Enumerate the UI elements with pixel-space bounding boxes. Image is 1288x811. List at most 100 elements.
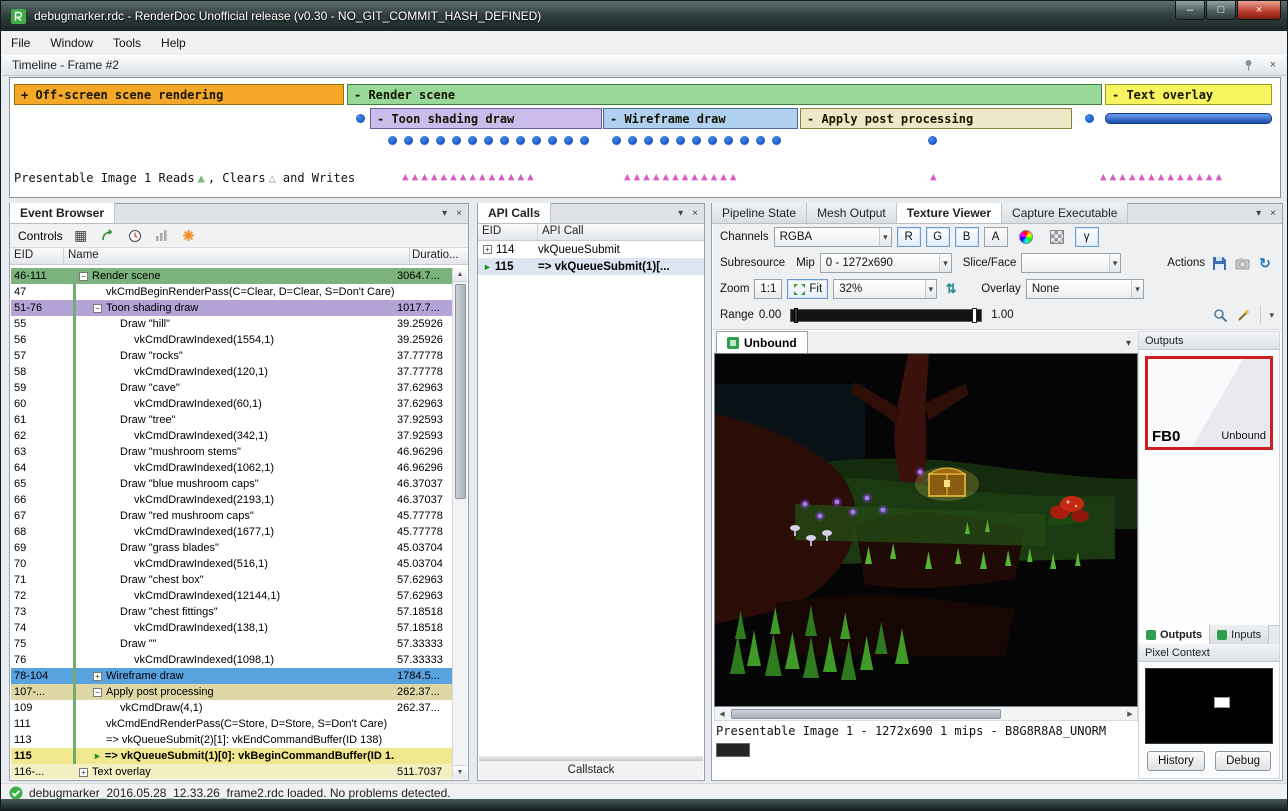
draw-event-dot[interactable] — [676, 136, 685, 145]
event-row[interactable]: 58vkCmdDrawIndexed(120,1)37.77778 — [11, 364, 452, 380]
close-button[interactable]: × — [1237, 1, 1281, 20]
grid-icon[interactable]: ▦ — [72, 227, 90, 245]
draw-event-dot[interactable] — [404, 136, 413, 145]
event-row[interactable]: 66vkCmdDrawIndexed(2193,1)46.37037 — [11, 492, 452, 508]
usage-triangle-icon[interactable]: ▲ — [653, 170, 660, 184]
checkerboard-icon[interactable] — [1044, 227, 1070, 247]
overlay-dropdown[interactable]: None▾ — [1026, 279, 1144, 299]
event-row[interactable]: 70vkCmdDrawIndexed(516,1)45.03704 — [11, 556, 452, 572]
draw-event-dot[interactable] — [692, 136, 701, 145]
usage-triangle-icon[interactable]: ▲ — [1216, 170, 1223, 184]
usage-triangle-icon[interactable]: ▲ — [508, 170, 515, 184]
draw-event-dot[interactable] — [756, 136, 765, 145]
draw-event-dot[interactable] — [644, 136, 653, 145]
draw-event-dot[interactable] — [516, 136, 525, 145]
timeline-marker-wireframe[interactable]: - Wireframe draw — [603, 108, 798, 129]
column-eid[interactable]: EID — [10, 248, 64, 264]
usage-triangle-icon[interactable]: ▲ — [730, 170, 737, 184]
usage-triangle-icon[interactable]: ▲ — [441, 170, 448, 184]
fb0-thumbnail[interactable]: FB0 Unbound — [1145, 356, 1273, 450]
draw-event-dot[interactable] — [500, 136, 509, 145]
tab-mesh-output[interactable]: Mesh Output — [807, 203, 897, 223]
zoom-dropdown[interactable]: 32%▾ — [833, 279, 937, 299]
timeline-close-icon[interactable]: × — [1270, 59, 1276, 71]
event-row[interactable]: 65Draw "blue mushroom caps"46.37037 — [11, 476, 452, 492]
tree-expander-icon[interactable]: − — [93, 304, 102, 313]
event-row[interactable]: 111vkCmdEndRenderPass(C=Store, D=Store, … — [11, 716, 452, 732]
draw-event-dot[interactable] — [356, 114, 365, 123]
usage-triangle-icon[interactable]: ▲ — [518, 170, 525, 184]
maximize-button[interactable]: □ — [1206, 1, 1236, 20]
event-row[interactable]: 51-76−Toon shading draw1017.7... — [11, 300, 452, 316]
timeline-marker-post[interactable]: - Apply post processing — [800, 108, 1072, 129]
slice-face-dropdown[interactable]: ▾ — [1021, 253, 1121, 273]
tree-expander-icon[interactable]: − — [79, 272, 88, 281]
draw-event-dot[interactable] — [548, 136, 557, 145]
event-row[interactable]: 55Draw "hill"39.25926 — [11, 316, 452, 332]
event-row[interactable]: 115►=> vkQueueSubmit(1)[0]: vkBeginComma… — [11, 748, 452, 764]
titlebar[interactable]: debugmarker.rdc - RenderDoc Unofficial r… — [1, 1, 1287, 31]
range-slider[interactable] — [790, 309, 982, 322]
scroll-up-icon[interactable]: ▲ — [453, 268, 467, 282]
channel-a-button[interactable]: A — [984, 227, 1008, 247]
draw-event-dot[interactable] — [484, 136, 493, 145]
column-eid[interactable]: EID — [478, 224, 538, 240]
menu-item-tools[interactable]: Tools — [103, 32, 151, 54]
usage-triangle-icon[interactable]: ▲ — [402, 170, 409, 184]
usage-triangle-icon[interactable]: ▲ — [634, 170, 641, 184]
save-icon[interactable] — [1210, 254, 1228, 272]
usage-triangle-icon[interactable]: ▲ — [450, 170, 457, 184]
usage-triangle-icon[interactable]: ▲ — [479, 170, 486, 184]
scrollbar-thumb[interactable] — [731, 709, 1001, 719]
pin-icon[interactable] — [1240, 56, 1258, 74]
scroll-down-icon[interactable]: ▼ — [453, 765, 467, 779]
minimize-button[interactable]: – — [1175, 1, 1205, 20]
menu-item-window[interactable]: Window — [40, 32, 103, 54]
usage-triangle-icon[interactable]: ▲ — [1100, 170, 1107, 184]
usage-triangle-icon[interactable]: ▲ — [1119, 170, 1126, 184]
event-row[interactable]: 69Draw "grass blades"45.03704 — [11, 540, 452, 556]
tab-texture-viewer[interactable]: Texture Viewer — [897, 203, 1002, 223]
usage-triangle-icon[interactable]: ▲ — [1196, 170, 1203, 184]
debug-button[interactable]: Debug — [1215, 751, 1271, 771]
color-wheel-icon[interactable] — [1013, 227, 1039, 247]
history-button[interactable]: History — [1147, 751, 1205, 771]
event-row[interactable]: 78-104+Wireframe draw1784.5... — [11, 668, 452, 684]
panel-menu-icon[interactable]: ▾ — [1256, 208, 1261, 219]
texture-list-caret-icon[interactable]: ▾ — [1126, 338, 1136, 353]
event-row[interactable]: 63Draw "mushroom stems"46.96296 — [11, 444, 452, 460]
mip-dropdown[interactable]: 0 - 1272x690▾ — [820, 253, 952, 273]
zoom-1to1-button[interactable]: 1:1 — [754, 279, 782, 299]
scroll-right-icon[interactable]: ▶ — [1123, 710, 1137, 718]
usage-triangle-icon[interactable]: ▲ — [701, 170, 708, 184]
api-call-row[interactable]: +114vkQueueSubmit — [478, 241, 704, 258]
star-icon[interactable] — [180, 227, 198, 245]
usage-triangle-icon[interactable]: ▲ — [498, 170, 505, 184]
usage-triangle-icon[interactable]: ▲ — [527, 170, 534, 184]
draw-event-dot[interactable] — [740, 136, 749, 145]
event-row[interactable]: 113=> vkQueueSubmit(2)[1]: vkEndCommandB… — [11, 732, 452, 748]
usage-triangle-icon[interactable]: ▲ — [1187, 170, 1194, 184]
draw-event-dot[interactable] — [468, 136, 477, 145]
scrollbar-thumb[interactable] — [455, 284, 466, 499]
usage-triangle-icon[interactable]: ▲ — [672, 170, 679, 184]
callstack-section[interactable]: Callstack — [479, 760, 703, 779]
event-row[interactable]: 76vkCmdDrawIndexed(1098,1)57.33333 — [11, 652, 452, 668]
usage-triangle-icon[interactable]: ▲ — [643, 170, 650, 184]
refresh-icon[interactable]: ↻ — [1256, 254, 1274, 272]
tab-outputs[interactable]: Outputs — [1139, 625, 1210, 644]
event-row[interactable]: 74vkCmdDrawIndexed(138,1)57.18518 — [11, 620, 452, 636]
tab-unbound[interactable]: Unbound — [716, 331, 808, 353]
usage-triangle-icon[interactable]: ▲ — [1148, 170, 1155, 184]
tab-pipeline-state[interactable]: Pipeline State — [712, 203, 807, 223]
event-row[interactable]: 56vkCmdDrawIndexed(1554,1)39.25926 — [11, 332, 452, 348]
draw-event-dot[interactable] — [420, 136, 429, 145]
event-row[interactable]: 64vkCmdDrawIndexed(1062,1)46.96296 — [11, 460, 452, 476]
column-name[interactable]: Name — [64, 248, 410, 264]
channel-b-button[interactable]: B — [955, 227, 979, 247]
tab-event-browser[interactable]: Event Browser — [10, 203, 115, 223]
usage-triangle-icon[interactable]: ▲ — [711, 170, 718, 184]
event-browser-scrollbar[interactable]: ▲ ▼ — [452, 268, 467, 779]
channels-dropdown[interactable]: RGBA▾ — [774, 227, 892, 247]
usage-triangle-icon[interactable]: ▲ — [412, 170, 419, 184]
